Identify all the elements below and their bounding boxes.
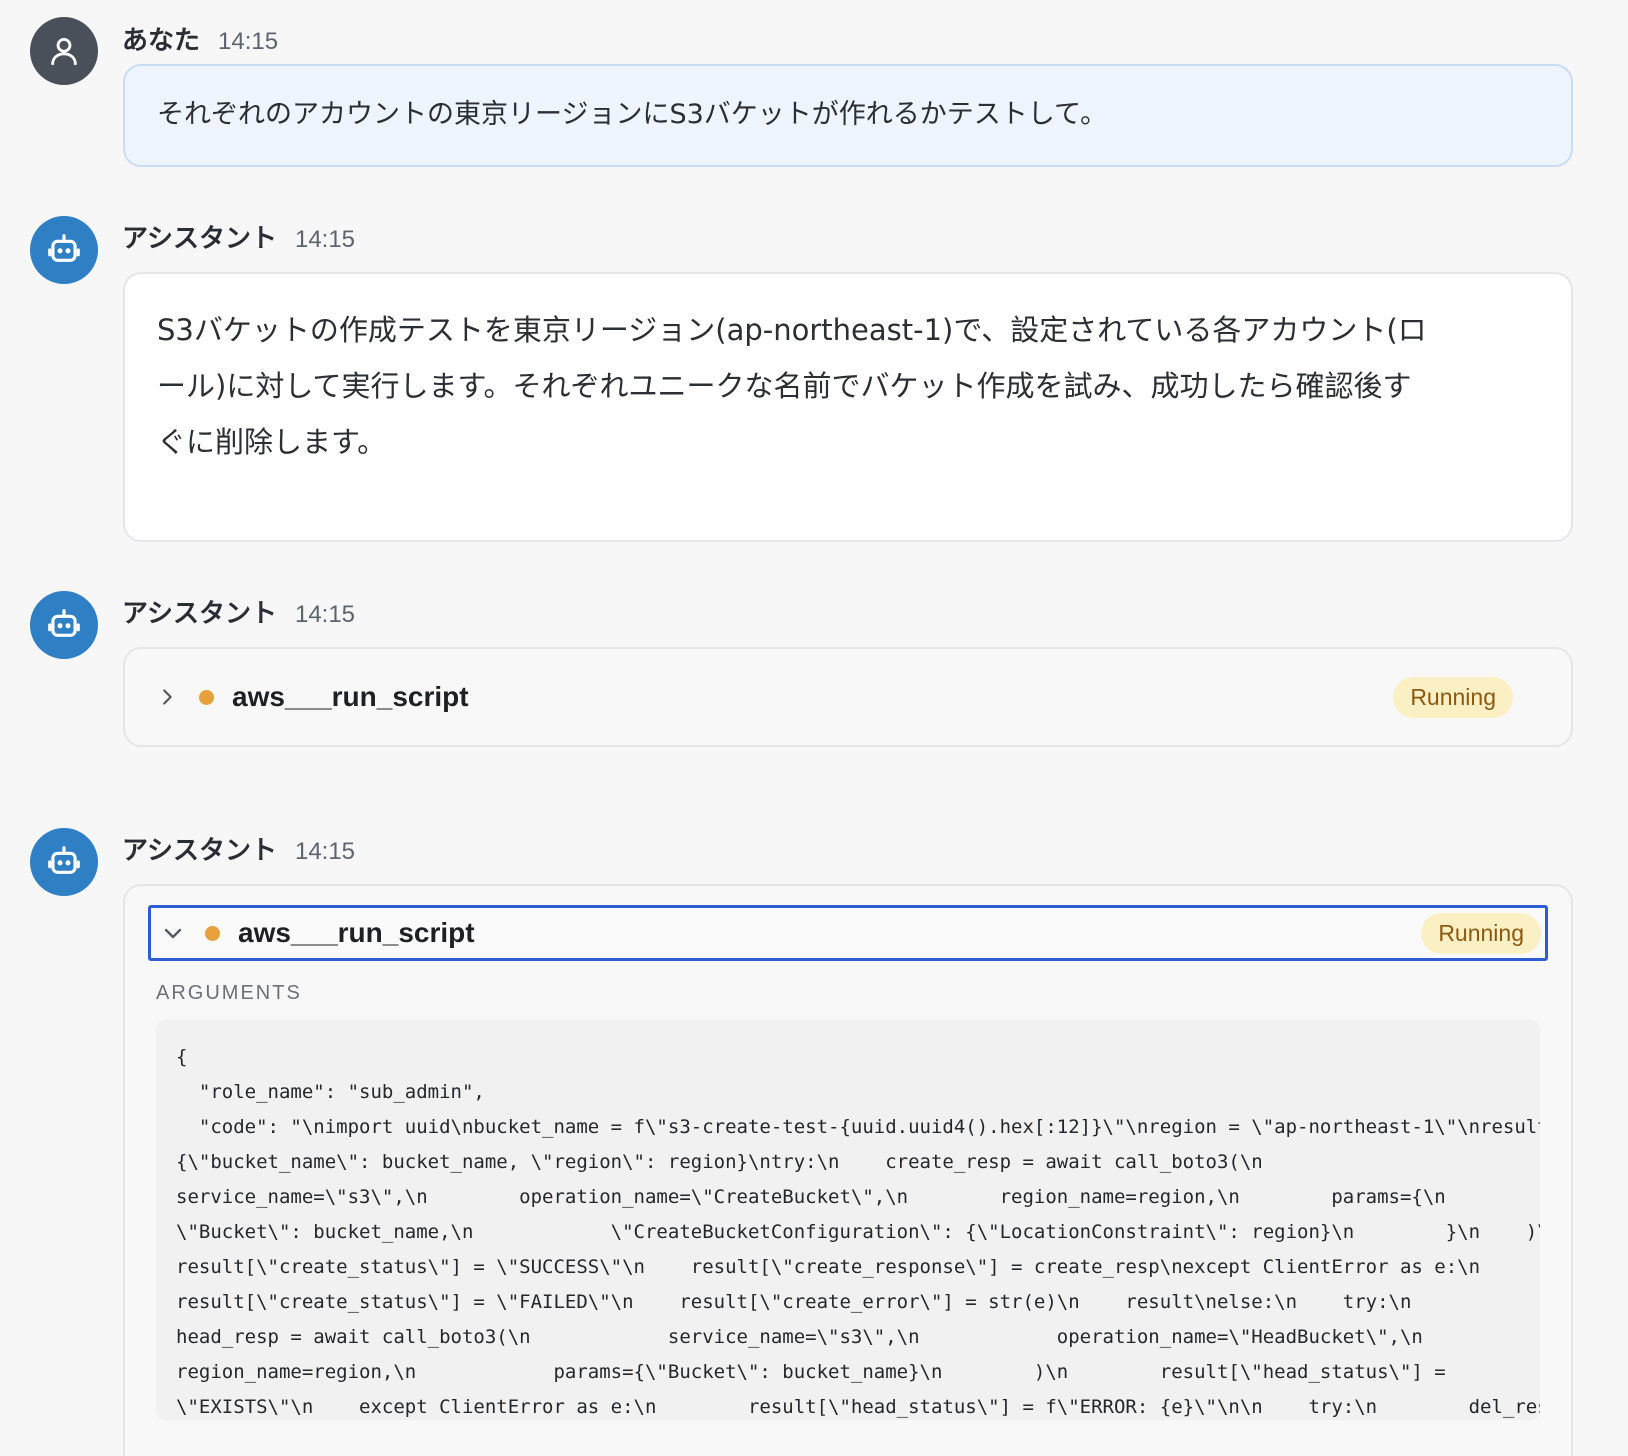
author-name: あなた — [122, 26, 201, 56]
code-line: "role_name": "sub_admin", — [176, 1081, 485, 1103]
message-text-line: ール)に対して実行します。それぞれユニークな名前でバケット作成を試み、成功したら… — [157, 369, 1412, 403]
code-line: \"EXISTS\"\n except ClientError as e:\n … — [176, 1396, 1540, 1418]
code-line: service_name=\"s3\",\n operation_name=\"… — [176, 1186, 1446, 1208]
assistant-avatar — [30, 216, 98, 284]
message-text: S3バケットの作成テストを東京リージョン(ap-northeast-1)で、設定… — [157, 302, 1427, 470]
message-meta: アシスタント 14:15 — [122, 218, 355, 255]
message-meta: アシスタント 14:15 — [122, 593, 355, 630]
status-badge: Running — [1421, 912, 1541, 954]
code-line: head_resp = await call_boto3(\n service_… — [176, 1326, 1423, 1348]
author-name: アシスタント — [122, 599, 277, 629]
robot-icon — [48, 609, 80, 637]
author-name: アシスタント — [122, 224, 277, 254]
user-icon — [51, 37, 77, 66]
robot-icon — [48, 846, 80, 874]
chevron-down-icon[interactable] — [159, 919, 187, 947]
code-line: region_name=region,\n params={\"Bucket\"… — [176, 1361, 1446, 1383]
message-meta: アシスタント 14:15 — [122, 830, 355, 867]
tool-name: aws___run_script — [238, 917, 475, 948]
message-text: それぞれのアカウントの東京リージョンにS3バケットが作れるかテストして。 — [157, 99, 1108, 130]
timestamp: 14:15 — [294, 838, 356, 865]
author-name: アシスタント — [122, 836, 277, 866]
assistant-avatar — [30, 828, 98, 896]
code-line: {\"bucket_name\": bucket_name, \"region\… — [176, 1151, 1263, 1173]
user-avatar — [30, 17, 98, 85]
status-badge: Running — [1393, 676, 1513, 718]
status-dot-icon — [199, 689, 214, 705]
code-line: "code": "\nimport uuid\nbucket_name = f\… — [176, 1116, 1540, 1138]
code-line: { — [176, 1046, 188, 1068]
tool-name: aws___run_script — [232, 681, 469, 712]
tool-call-header[interactable]: aws___run_script Running — [153, 649, 1543, 745]
message-meta: あなた 14:15 — [122, 20, 278, 57]
tool-call-header[interactable]: aws___run_script Running — [148, 905, 1548, 961]
assistant-avatar — [30, 591, 98, 659]
timestamp: 14:15 — [294, 226, 356, 253]
timestamp: 14:15 — [294, 601, 356, 628]
robot-icon — [48, 234, 80, 262]
status-dot-icon — [205, 925, 220, 941]
code-line: result[\"create_status\"] = \"FAILED\"\n… — [176, 1291, 1412, 1313]
user-message-bubble: それぞれのアカウントの東京リージョンにS3バケットが作れるかテストして。 — [123, 64, 1573, 167]
chevron-right-icon[interactable] — [153, 683, 181, 711]
message-text-line: S3バケットの作成テストを東京リージョン(ap-northeast-1)で、設定… — [157, 313, 1427, 347]
code-line: result[\"create_status\"] = \"SUCCESS\"\… — [176, 1256, 1481, 1278]
chat-transcript: あなた 14:15 それぞれのアカウントの東京リージョンにS3バケットが作れるか… — [0, 0, 1628, 1456]
tool-call-card: aws___run_script Running — [123, 647, 1573, 747]
message-text-line: ぐに削除します。 — [157, 425, 387, 459]
code-line: \"Bucket\": bucket_name,\n \"CreateBucke… — [176, 1221, 1540, 1243]
timestamp: 14:15 — [218, 28, 279, 55]
arguments-code-block: { "role_name": "sub_admin", "code": "\ni… — [156, 1020, 1540, 1420]
assistant-message-bubble: S3バケットの作成テストを東京リージョン(ap-northeast-1)で、設定… — [123, 272, 1573, 542]
arguments-label: ARGUMENTS — [156, 982, 302, 1004]
